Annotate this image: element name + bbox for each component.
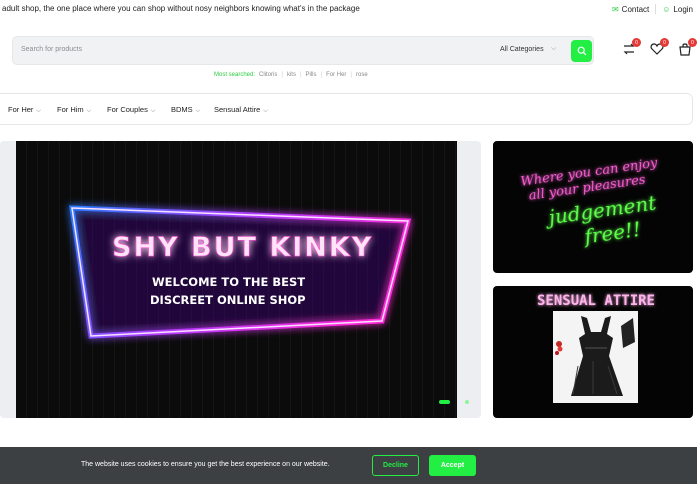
- nav-label: Sensual Attire: [214, 105, 261, 114]
- accept-button[interactable]: Accept: [429, 455, 476, 476]
- nav-item-for-him[interactable]: For Him ⌵: [57, 105, 91, 115]
- contact-label: Contact: [621, 4, 650, 14]
- chevron-down-icon: ⌵: [36, 108, 41, 114]
- search-icon: [577, 46, 586, 56]
- cart-badge: 0: [688, 38, 697, 47]
- divider: [655, 4, 657, 14]
- promo-banner-sensual-attire[interactable]: SENSUAL ATTIRE: [493, 286, 693, 418]
- decline-button[interactable]: Decline: [372, 455, 419, 476]
- promo2-title: SENSUAL ATTIRE: [537, 293, 655, 309]
- header-icons: 0 0 0: [622, 38, 697, 56]
- hero-headline: SHY BUT KINKY: [112, 232, 373, 263]
- cookie-banner: The website uses cookies to ensure you g…: [0, 447, 697, 484]
- search-bar[interactable]: Search for products All Categories ⌵: [12, 36, 594, 65]
- mail-icon: ✉: [611, 4, 619, 14]
- nav-label: For Couples: [107, 105, 148, 114]
- nav-item-bdms[interactable]: BDMS ⌵: [171, 105, 200, 115]
- top-bar-message: adult shop, the one place where you can …: [2, 4, 360, 13]
- search-term[interactable]: kits: [287, 72, 296, 78]
- hero-line2: DISCREET ONLINE SHOP: [150, 293, 306, 307]
- hero-slider[interactable]: SHY BUT KINKY WELCOME TO THE BEST DISCRE…: [0, 141, 481, 418]
- slide-dot-active[interactable]: [439, 400, 450, 404]
- divider: |: [320, 72, 323, 78]
- main-nav: For Her ⌵ For Him ⌵ For Couples ⌵ BDMS ⌵ Sen…: [0, 93, 693, 125]
- login-link[interactable]: ☺ Login: [662, 5, 693, 14]
- neon-frame: SHY BUT KINKY WELCOME TO THE BEST DISCRE…: [69, 205, 412, 339]
- login-label: Login: [673, 4, 693, 14]
- divider: |: [299, 72, 302, 78]
- category-select[interactable]: All Categories: [500, 46, 544, 53]
- nav-label: For Him: [57, 105, 84, 114]
- slide-dot[interactable]: [465, 400, 469, 404]
- chevron-down-icon: ⌵: [86, 108, 92, 114]
- chevron-down-icon: ⌵: [150, 108, 156, 114]
- nav-label: BDMS: [171, 105, 193, 114]
- nav-label: For Her: [8, 105, 34, 114]
- nav-item-for-couples[interactable]: For Couples ⌵: [107, 105, 155, 115]
- sensual-attire-artwork: SENSUAL ATTIRE: [537, 293, 655, 403]
- most-searched-label: Most searched:: [214, 72, 256, 78]
- user-icon: ☺: [662, 4, 671, 14]
- most-searched: Most searched: Clitoris | kits | Pills |…: [214, 72, 368, 78]
- cookie-text: The website uses cookies to ensure you g…: [81, 461, 330, 468]
- hero-line1: WELCOME TO THE BEST: [152, 275, 305, 289]
- top-bar: adult shop, the one place where you can …: [0, 0, 697, 18]
- promo-banner-judgement-free[interactable]: Where you can enjoy all your pleasures j…: [493, 141, 693, 273]
- compare-button[interactable]: 0: [622, 38, 641, 56]
- promo-neon-text: Where you can enjoy all your pleasures j…: [520, 156, 659, 249]
- search-input[interactable]: Search for products: [21, 46, 82, 53]
- hero-banner-image[interactable]: SHY BUT KINKY WELCOME TO THE BEST DISCRE…: [16, 141, 457, 418]
- search-term[interactable]: Clitoris: [259, 72, 277, 78]
- search-term[interactable]: rose: [356, 72, 368, 78]
- compare-badge: 0: [632, 38, 641, 47]
- wishlist-badge: 0: [660, 38, 669, 47]
- search-button[interactable]: [571, 40, 592, 62]
- contact-link[interactable]: ✉ Contact: [612, 5, 649, 14]
- search-term[interactable]: For Her: [326, 72, 346, 78]
- nav-item-sensual-attire[interactable]: Sensual Attire ⌵: [214, 105, 268, 115]
- divider: |: [350, 72, 352, 78]
- wishlist-button[interactable]: 0: [650, 38, 669, 56]
- nav-item-for-her[interactable]: For Her ⌵: [8, 105, 41, 115]
- search-term[interactable]: Pills: [306, 72, 317, 78]
- chevron-down-icon: ⌵: [195, 108, 201, 114]
- cart-button[interactable]: 0: [678, 38, 697, 56]
- chevron-down-icon: ⌵: [263, 108, 268, 114]
- top-links: ✉ Contact ☺ Login: [612, 4, 693, 14]
- divider: |: [281, 72, 283, 78]
- chevron-down-icon: ⌵: [551, 45, 557, 52]
